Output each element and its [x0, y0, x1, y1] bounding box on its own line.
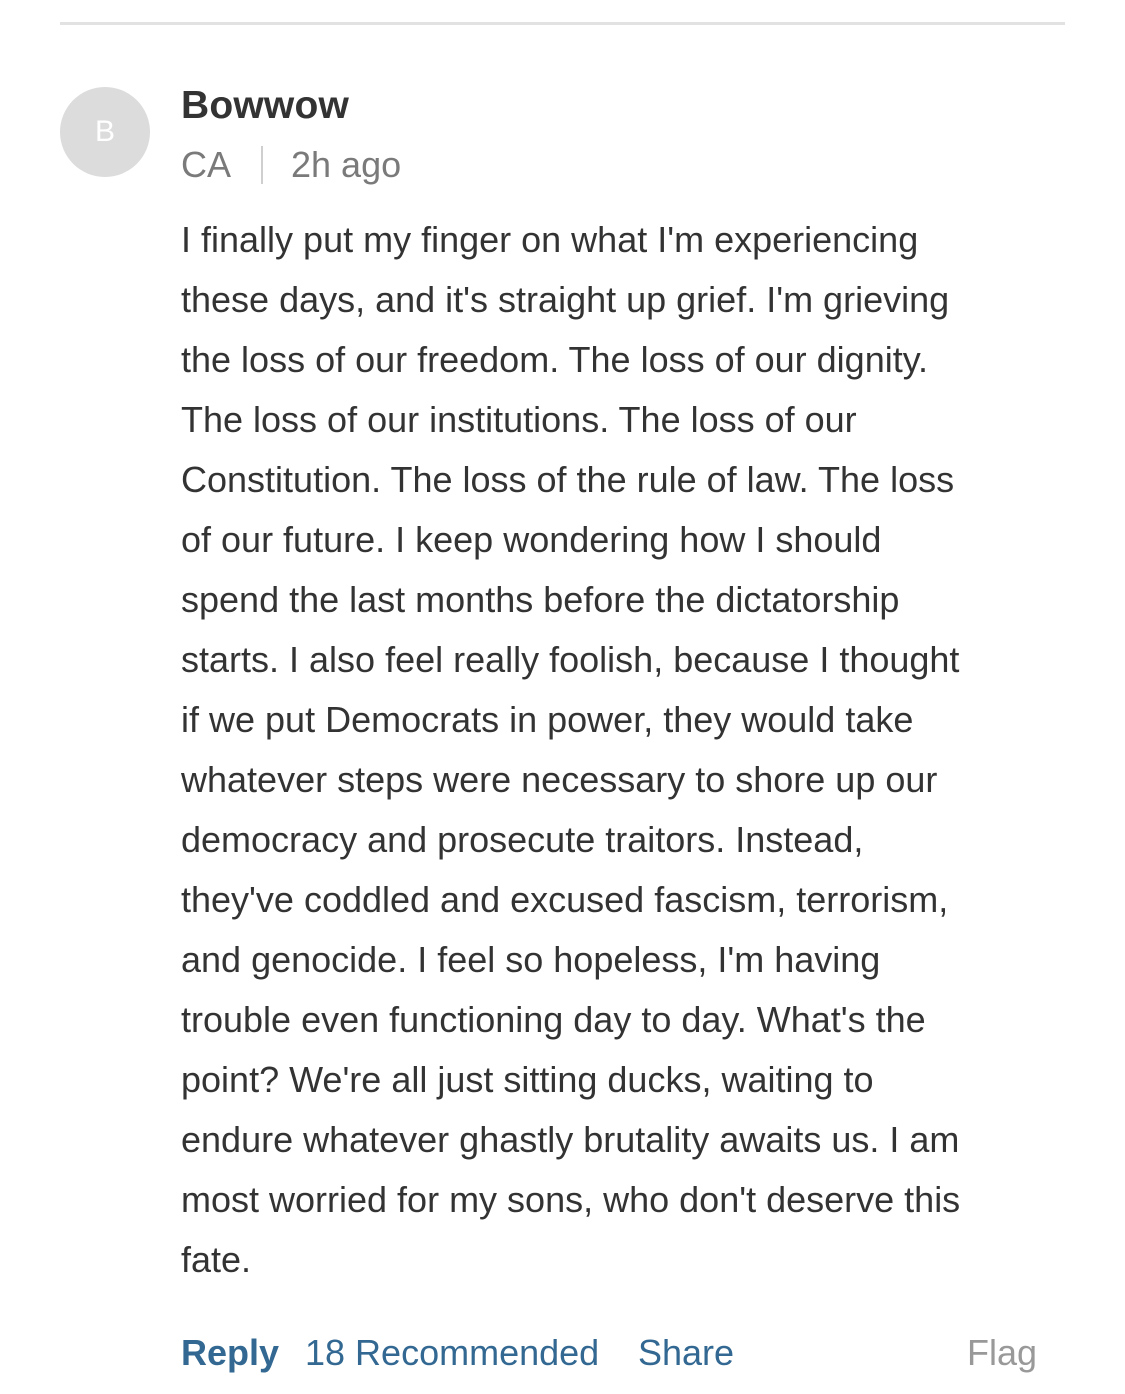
- recommend-button[interactable]: 18 Recommended: [305, 1332, 599, 1374]
- comment-line: The loss of our institutions. The loss o…: [181, 399, 857, 440]
- comment-line: and genocide. I feel so hopeless, I'm ha…: [181, 939, 881, 980]
- avatar: B: [60, 87, 150, 177]
- comment-actions: Reply 18 Recommended Share Flag: [181, 1332, 1037, 1382]
- comment-line: trouble even functioning day to day. Wha…: [181, 999, 926, 1040]
- comment-line: the loss of our freedom. The loss of our…: [181, 339, 929, 380]
- comment-line: they've coddled and excused fascism, ter…: [181, 879, 949, 920]
- comment-line: whatever steps were necessary to shore u…: [181, 759, 938, 800]
- top-divider: [60, 22, 1065, 25]
- comment-line: starts. I also feel really foolish, beca…: [181, 639, 960, 680]
- comment-line: most worried for my sons, who don't dese…: [181, 1179, 961, 1220]
- comment-line: if we put Democrats in power, they would…: [181, 699, 914, 740]
- comment-meta: CA 2h ago: [181, 144, 401, 186]
- comment-line: I finally put my finger on what I'm expe…: [181, 219, 919, 260]
- comment-line: spend the last months before the dictato…: [181, 579, 900, 620]
- comment-timestamp: 2h ago: [291, 144, 402, 185]
- reply-button[interactable]: Reply: [181, 1332, 279, 1374]
- flag-button[interactable]: Flag: [967, 1332, 1037, 1374]
- comment-line: democracy and prosecute traitors. Instea…: [181, 819, 864, 860]
- meta-separator: [261, 146, 264, 184]
- comment-line: of our future. I keep wondering how I sh…: [181, 519, 882, 560]
- comment-author: Bowwow: [181, 84, 350, 127]
- share-button[interactable]: Share: [638, 1332, 734, 1374]
- comment-line: fate.: [181, 1239, 252, 1280]
- comment-location: CA: [181, 144, 232, 185]
- comment-line: point? We're all just sitting ducks, wai…: [181, 1059, 874, 1100]
- avatar-initial: B: [94, 115, 115, 148]
- comment-line: these days, and it's straight up grief. …: [181, 279, 950, 320]
- comment-body: I finally put my finger on what I'm expe…: [181, 210, 1056, 1290]
- comment-line: endure whatever ghastly brutality awaits…: [181, 1119, 960, 1160]
- comment-line: Constitution. The loss of the rule of la…: [181, 459, 955, 500]
